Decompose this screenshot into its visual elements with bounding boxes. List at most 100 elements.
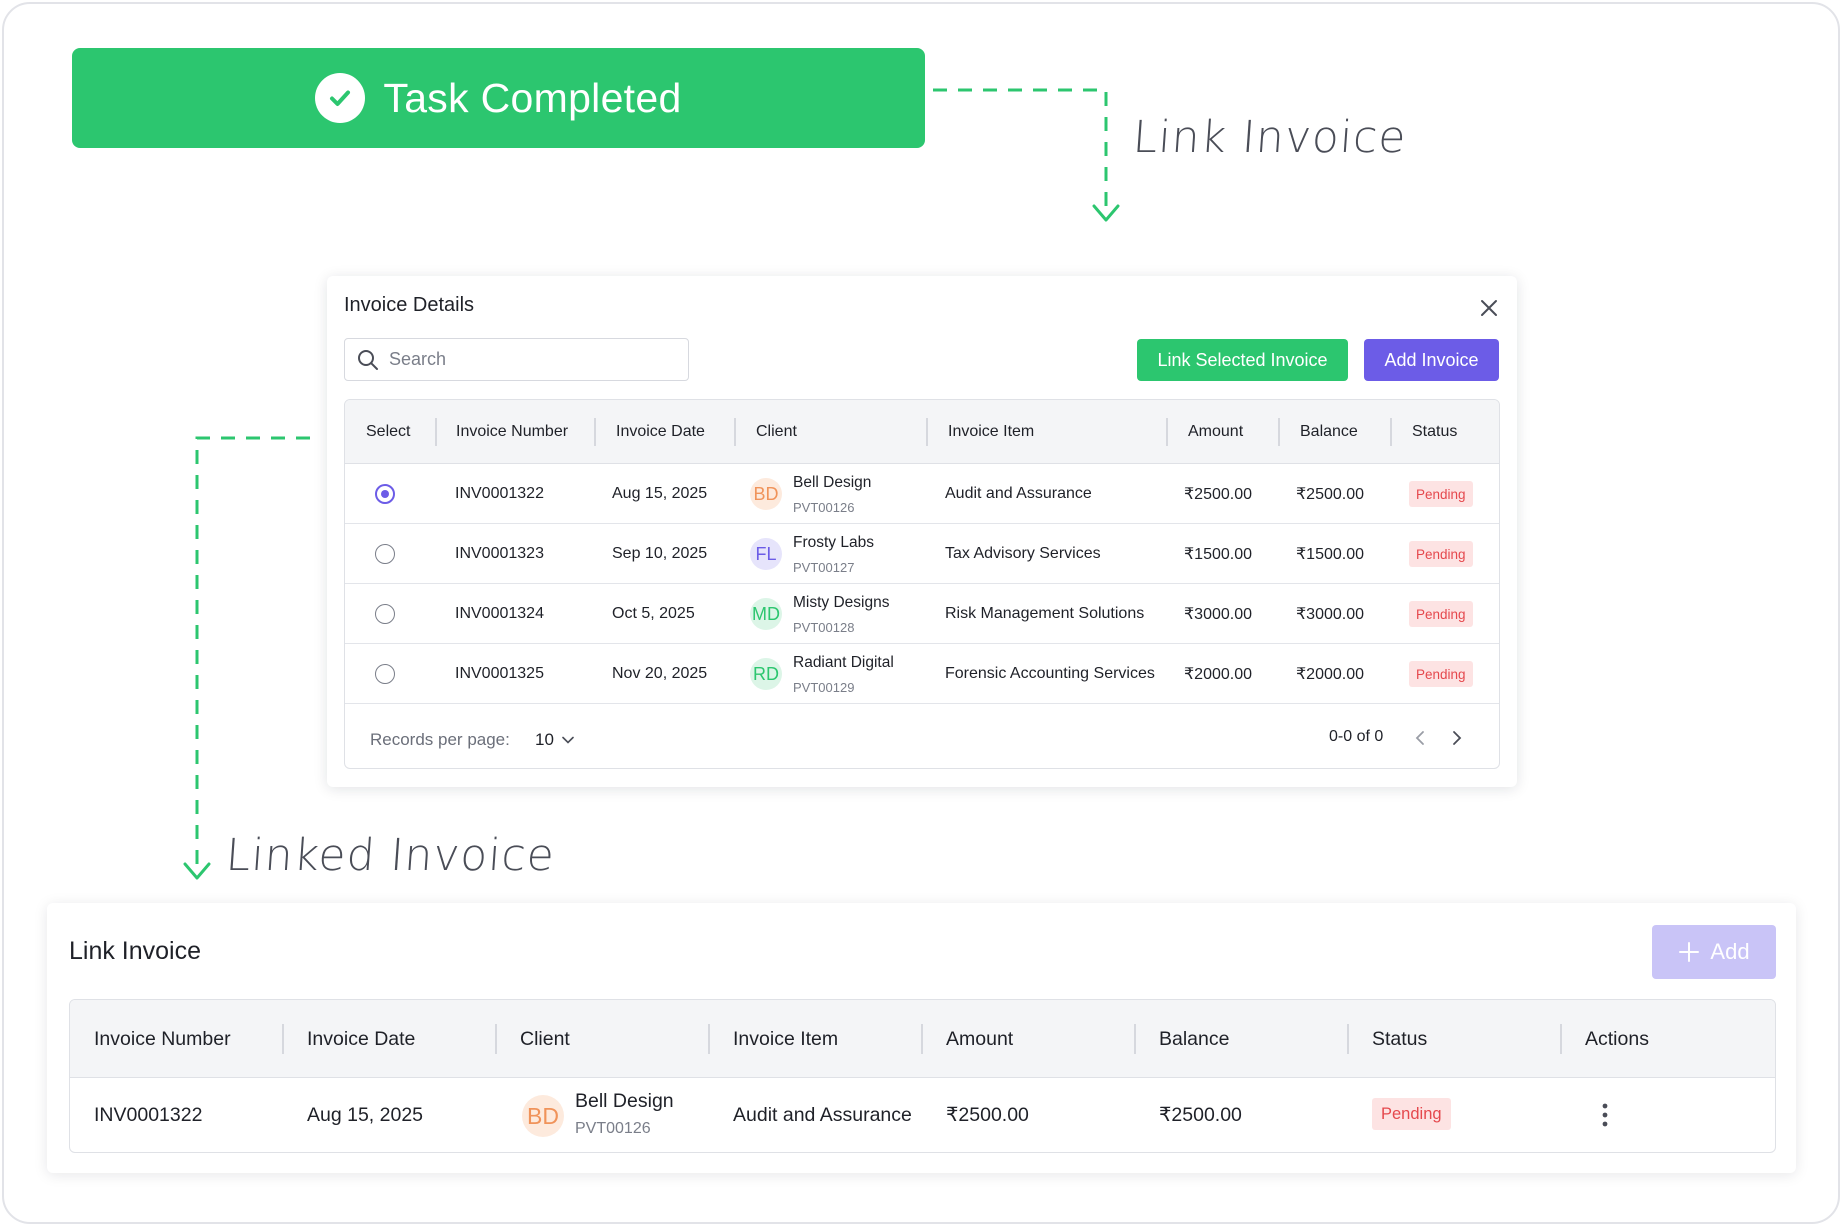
records-per-page-select[interactable]: 10	[535, 730, 574, 750]
invoice-date: Aug 15, 2025	[612, 485, 708, 502]
amount: ₹1500.00	[1184, 546, 1253, 563]
invoice-date: Aug 15, 2025	[307, 1103, 424, 1126]
balance: ₹2500.00	[1159, 1104, 1242, 1126]
table-footer: Records per page: 10 0-0 of 0	[345, 706, 1499, 768]
linked-invoice-card: Link Invoice Add Invoice Number Invoice …	[47, 903, 1796, 1173]
avatar: FL	[750, 538, 782, 570]
add-invoice-button[interactable]: Add Invoice	[1364, 339, 1499, 381]
col-amount: Amount	[946, 1027, 1014, 1050]
amount: ₹2000.00	[1184, 666, 1253, 683]
table-row: INV0001322 Aug 15, 2025 BD Bell Design P…	[70, 1078, 1775, 1152]
invoice-number: INV0001322	[94, 1103, 203, 1126]
col-invoice-item: Invoice Item	[733, 1027, 839, 1050]
col-balance: Balance	[1300, 423, 1358, 440]
col-invoice-number: Invoice Number	[94, 1027, 231, 1050]
invoice-table: Select Invoice Number Invoice Date Clien…	[344, 399, 1500, 769]
row-actions-button[interactable]	[1595, 1100, 1615, 1130]
col-status: Status	[1372, 1027, 1428, 1050]
invoice-item: Tax Advisory Services	[945, 545, 1101, 562]
table-row[interactable]: INV0001322 Aug 15, 2025 BD Bell Design P…	[345, 464, 1499, 524]
invoice-date: Sep 10, 2025	[612, 545, 708, 562]
chevron-left-icon	[1415, 731, 1424, 745]
balance: ₹2500.00	[1296, 486, 1365, 503]
invoice-date: Oct 5, 2025	[612, 605, 695, 622]
row-select-radio[interactable]	[375, 484, 395, 504]
client-name: Misty Designs	[793, 594, 890, 611]
table-header: Invoice Number Invoice Date Client Invoi…	[70, 1000, 1775, 1078]
linked-invoice-annotation: Linked Invoice	[224, 830, 557, 881]
client-code: PVT00128	[793, 620, 855, 635]
records-per-page-value: 10	[535, 730, 554, 749]
check-circle-icon	[315, 73, 366, 123]
plus-icon	[1679, 942, 1700, 962]
col-invoice-date: Invoice Date	[616, 423, 705, 440]
invoice-number: INV0001324	[455, 605, 544, 622]
chevron-down-icon	[562, 736, 574, 744]
chevron-right-icon	[1453, 731, 1462, 745]
col-actions: Actions	[1585, 1027, 1649, 1050]
col-balance: Balance	[1159, 1027, 1230, 1050]
task-completed-banner: Task Completed	[72, 48, 925, 148]
col-invoice-number: Invoice Number	[456, 423, 569, 440]
status-badge: Pending	[1409, 481, 1473, 507]
table-row[interactable]: INV0001323 Sep 10, 2025 FL Frosty Labs P…	[345, 524, 1499, 584]
table-header: Select Invoice Number Invoice Date Clien…	[345, 400, 1499, 464]
row-select-radio[interactable]	[375, 604, 395, 624]
status-badge: Pending	[1409, 541, 1473, 567]
invoice-date: Nov 20, 2025	[612, 665, 708, 682]
client-name: Radiant Digital	[793, 654, 894, 671]
link-invoice-annotation: Link Invoice	[1131, 112, 1409, 163]
search-input[interactable]	[389, 349, 669, 370]
more-vertical-icon	[1602, 1103, 1608, 1127]
card-title: Link Invoice	[69, 937, 202, 965]
balance: ₹3000.00	[1296, 606, 1365, 623]
balance: ₹1500.00	[1296, 546, 1365, 563]
avatar: RD	[750, 658, 782, 690]
close-button[interactable]	[1477, 296, 1501, 320]
invoice-number: INV0001323	[455, 545, 544, 562]
modal-title: Invoice Details	[344, 294, 475, 316]
search-box	[344, 338, 689, 381]
client-code: PVT00126	[575, 1120, 651, 1137]
invoice-item: Risk Management Solutions	[945, 605, 1145, 622]
col-invoice-date: Invoice Date	[307, 1027, 416, 1050]
status-badge: Pending	[1409, 601, 1473, 627]
banner-title: Task Completed	[383, 74, 682, 121]
invoice-number: INV0001325	[455, 665, 544, 682]
close-icon	[1481, 300, 1497, 316]
search-icon	[358, 349, 378, 370]
col-client: Client	[756, 423, 797, 440]
client-name: Bell Design	[793, 474, 872, 491]
client-code: PVT00127	[793, 560, 855, 575]
status-badge: Pending	[1409, 661, 1473, 687]
invoice-number: INV0001322	[455, 485, 544, 502]
col-status: Status	[1412, 423, 1458, 440]
pagination-range: 0-0 of 0	[1329, 728, 1384, 745]
amount: ₹2500.00	[1184, 486, 1253, 503]
row-select-radio[interactable]	[375, 544, 395, 564]
next-page-button[interactable]	[1445, 726, 1469, 750]
col-invoice-item: Invoice Item	[948, 423, 1035, 440]
row-select-radio[interactable]	[375, 664, 395, 684]
client-code: PVT00126	[793, 500, 855, 515]
avatar: MD	[750, 598, 782, 630]
client-name: Bell Design	[575, 1090, 674, 1112]
table-row[interactable]: INV0001324 Oct 5, 2025 MD Misty Designs …	[345, 584, 1499, 644]
invoice-details-modal: Invoice Details Link Selected Invoice Ad…	[327, 276, 1517, 787]
invoice-item: Audit and Assurance	[733, 1103, 912, 1126]
client-code: PVT00129	[793, 680, 855, 695]
avatar: BD	[750, 478, 782, 510]
table-row[interactable]: INV0001325 Nov 20, 2025 RD Radiant Digit…	[345, 644, 1499, 704]
invoice-item: Forensic Accounting Services	[945, 665, 1155, 682]
records-per-page-label: Records per page:	[370, 730, 510, 749]
prev-page-button[interactable]	[1408, 726, 1432, 750]
add-button[interactable]: Add	[1652, 925, 1776, 979]
col-client: Client	[520, 1027, 570, 1050]
client-name: Frosty Labs	[793, 534, 874, 551]
avatar: BD	[522, 1095, 564, 1137]
linked-invoice-table: Invoice Number Invoice Date Client Invoi…	[69, 999, 1776, 1153]
col-amount: Amount	[1188, 423, 1244, 440]
link-selected-invoice-button[interactable]: Link Selected Invoice	[1137, 339, 1348, 381]
status-badge: Pending	[1372, 1098, 1451, 1130]
amount: ₹3000.00	[1184, 606, 1253, 623]
